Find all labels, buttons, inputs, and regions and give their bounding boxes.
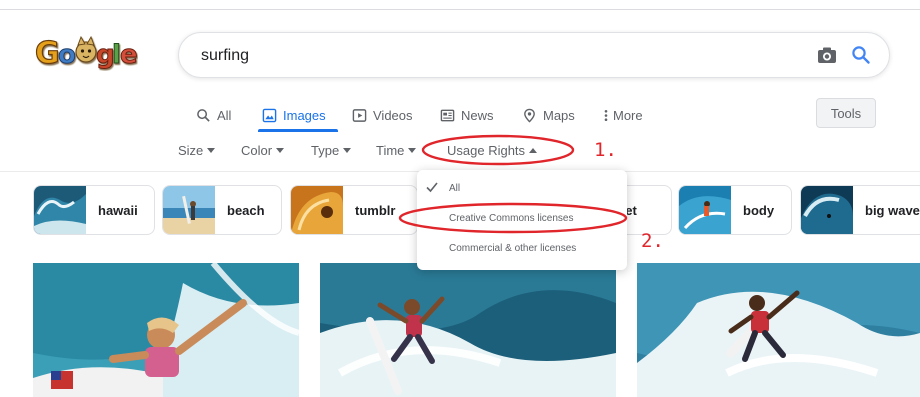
result-image-1[interactable] — [33, 263, 299, 397]
menu-item-commercial[interactable]: Commercial & other licenses — [417, 236, 627, 260]
chip-thumbnail — [801, 186, 853, 234]
filter-type[interactable]: Type — [311, 143, 352, 158]
menu-item-all[interactable]: All — [417, 176, 627, 200]
filter-label: Color — [241, 143, 273, 158]
image-icon — [262, 108, 277, 122]
chip-label: big wave — [865, 202, 920, 218]
surfer-photo — [33, 263, 299, 397]
chip-thumbnail — [163, 186, 215, 234]
tab-videos[interactable]: Videos — [352, 103, 413, 127]
map-pin-icon — [524, 108, 535, 123]
filter-label: Size — [178, 143, 204, 158]
chip-thumbnail — [34, 186, 86, 234]
menu-item-label: Creative Commons licenses — [449, 212, 574, 224]
search-box — [178, 32, 890, 78]
tab-all[interactable]: All — [196, 103, 231, 127]
chip-label: hawaii — [98, 202, 138, 218]
menu-item-label: Commercial & other licenses — [449, 242, 577, 254]
menu-item-creative-commons[interactable]: Creative Commons licenses — [417, 206, 627, 230]
tab-label: News — [461, 107, 494, 123]
chip-thumbnail — [679, 186, 731, 234]
chip-label: body — [743, 202, 775, 218]
google-doodle-logo[interactable]: G o g l e — [34, 33, 138, 71]
tab-more[interactable]: More — [602, 103, 643, 127]
video-icon — [352, 108, 367, 122]
caret-up-icon — [529, 148, 538, 153]
search-icon — [197, 108, 210, 122]
surfer-photo — [637, 263, 920, 397]
tab-label: Videos — [373, 107, 413, 123]
tab-maps[interactable]: Maps — [522, 103, 575, 127]
chip-tumblr[interactable]: tumblr — [290, 185, 418, 235]
active-tab-indicator — [258, 129, 338, 132]
caret-down-icon — [207, 148, 216, 153]
logo-icon: G o g l e — [34, 35, 138, 71]
filter-size[interactable]: Size — [178, 143, 216, 158]
surfer-photo — [320, 263, 616, 397]
tab-label: All — [217, 107, 232, 123]
chip-label: tumblr — [355, 202, 396, 218]
search-input[interactable] — [201, 45, 761, 67]
top-border — [0, 9, 920, 10]
news-icon — [440, 109, 455, 121]
caret-down-icon — [276, 148, 285, 153]
svg-text:G: G — [35, 36, 60, 71]
chip-thumbnail — [291, 186, 343, 234]
filter-label: Time — [376, 143, 405, 158]
check-icon — [426, 182, 438, 193]
chip-hawaii[interactable]: hawaii — [33, 185, 155, 235]
tab-images[interactable]: Images — [262, 103, 326, 127]
filter-usage-rights[interactable]: Usage Rights — [447, 143, 538, 158]
svg-text:e: e — [120, 40, 138, 70]
menu-item-label: All — [449, 182, 461, 194]
chip-big-wave[interactable]: big wave — [800, 185, 920, 235]
result-image-2[interactable] — [320, 263, 616, 397]
chip-body[interactable]: body — [678, 185, 792, 235]
annotation-step-1: 1. — [594, 139, 617, 161]
tab-news[interactable]: News — [440, 103, 494, 127]
filter-color[interactable]: Color — [241, 143, 285, 158]
chip-beach[interactable]: beach — [162, 185, 282, 235]
more-vertical-icon — [604, 109, 608, 121]
filter-time[interactable]: Time — [376, 143, 417, 158]
result-image-3[interactable] — [637, 263, 920, 397]
usage-rights-menu: All Creative Commons licenses Commercial… — [417, 170, 627, 270]
caret-down-icon — [343, 148, 352, 153]
search-icon[interactable] — [851, 45, 871, 65]
svg-text:o: o — [58, 40, 76, 70]
camera-icon[interactable] — [817, 46, 837, 64]
filter-label: Type — [311, 143, 340, 158]
tab-label: Images — [283, 107, 326, 123]
tools-button[interactable]: Tools — [816, 98, 876, 128]
chip-label: beach — [227, 202, 265, 218]
tab-label: Maps — [543, 107, 575, 123]
caret-down-icon — [408, 148, 417, 153]
annotation-step-2: 2. — [641, 230, 664, 252]
tab-label: More — [613, 107, 643, 123]
filter-label: Usage Rights — [447, 143, 526, 158]
